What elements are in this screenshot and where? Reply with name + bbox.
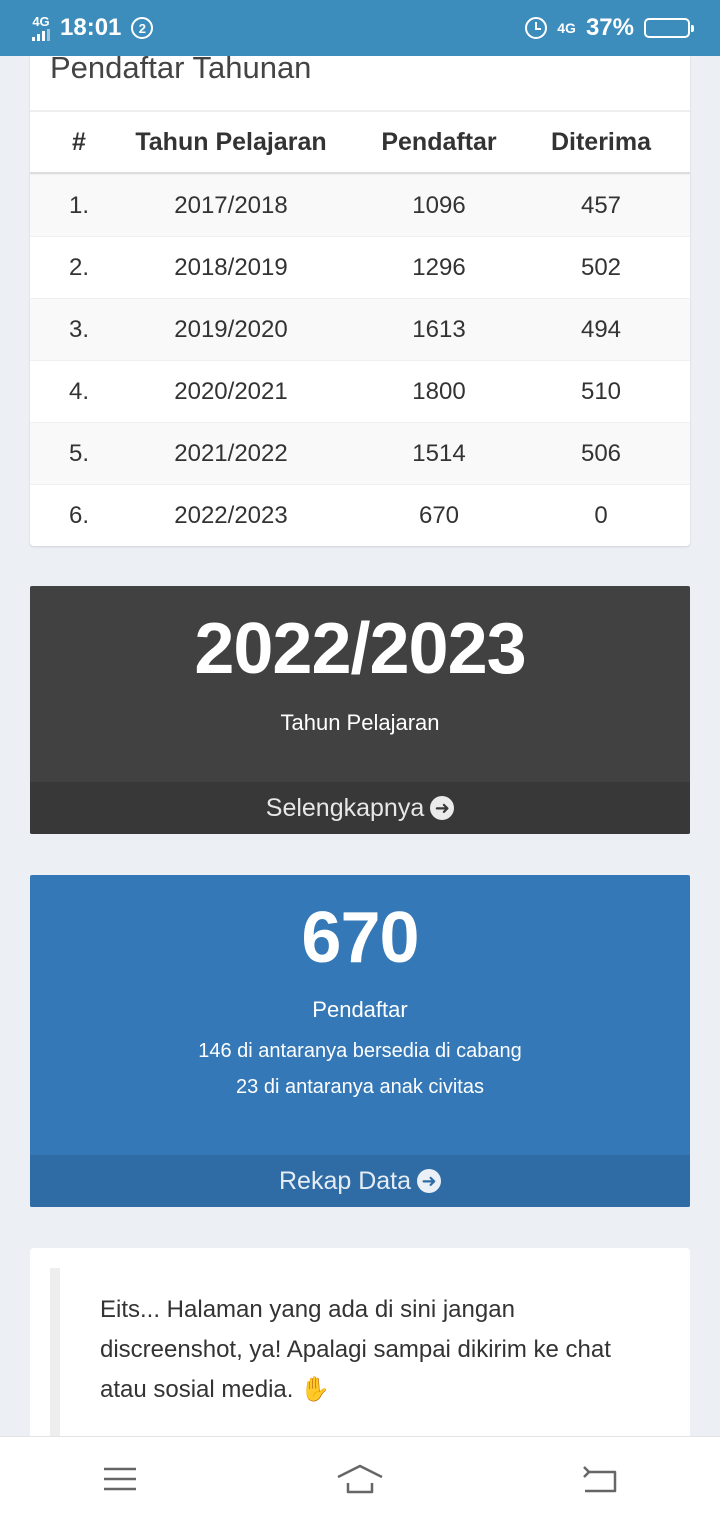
home-icon[interactable] [330, 1459, 390, 1499]
notice-card: Eits... Halaman yang ada di sini jangan … [30, 1248, 690, 1448]
cell-number: 6. [68, 501, 89, 529]
cell-accepted: 0 [594, 501, 608, 529]
cell-registrants: 1800 [412, 377, 466, 405]
menu-icon[interactable] [90, 1459, 150, 1499]
data-recap-link-label: Rekap Data [278, 1166, 412, 1195]
registrants-label: Pendaftar [312, 997, 408, 1022]
cell-registrants: 1514 [412, 439, 466, 467]
arrow-right-circle-icon: ➜ [417, 1169, 442, 1193]
col-header-registrants: Pendaftar [381, 127, 497, 156]
table-row: 4. 2020/2021 1800 510 [30, 360, 690, 422]
clock: 18:01 [60, 14, 122, 41]
academic-year-box: 2022/2023 Tahun Pelajaran Selengkapnya ➜ [30, 586, 690, 834]
cell-accepted: 510 [580, 377, 622, 405]
table-header: # Tahun Pelajaran Pendaftar Diterima [30, 110, 690, 174]
cell-number: 4. [68, 377, 89, 405]
col-header-year: Tahun Pelajaran [135, 127, 327, 156]
cell-registrants: 670 [418, 501, 460, 529]
table-row: 5. 2021/2022 1514 506 [30, 422, 690, 484]
registrants-details: 146 di antaranya bersedia di cabang 23 d… [30, 1033, 690, 1105]
cell-year: 2021/2022 [174, 439, 288, 467]
notification-count-icon: 2 [131, 17, 154, 39]
cell-year: 2019/2020 [174, 315, 288, 343]
cell-registrants: 1613 [412, 315, 466, 343]
status-right: 4G 37% [525, 14, 694, 42]
cell-number: 5. [68, 439, 89, 467]
back-icon[interactable] [570, 1459, 630, 1499]
quote-bar [50, 1268, 60, 1448]
raised-hand-icon: ✋ [300, 1376, 331, 1403]
cell-registrants: 1096 [412, 191, 466, 219]
annual-registrants-card: Pendaftar Tahunan # Tahun Pelajaran Pend… [30, 56, 690, 546]
cell-accepted: 506 [580, 439, 622, 467]
card-title: Pendaftar Tahunan [50, 56, 312, 85]
system-nav-bar [0, 1436, 720, 1520]
cell-year: 2022/2023 [174, 501, 288, 529]
cell-number: 1. [68, 191, 89, 219]
cell-year: 2020/2021 [174, 377, 288, 405]
table-row: 2. 2018/2019 1296 502 [30, 236, 690, 298]
network-type-right: 4G [557, 20, 576, 36]
branch-willing-text: 146 di antaranya bersedia di cabang [198, 1040, 522, 1062]
academic-year-label: Tahun Pelajaran [280, 710, 440, 735]
alarm-icon [525, 17, 548, 39]
academic-year-value: 2022/2023 [194, 609, 526, 689]
network-type: 4G [32, 14, 50, 29]
arrow-right-circle-icon: ➜ [430, 796, 455, 820]
cell-accepted: 457 [580, 191, 622, 219]
registrants-box: 670 Pendaftar 146 di antaranya bersedia … [30, 875, 690, 1207]
notice-message: Eits... Halaman yang ada di sini jangan … [100, 1296, 611, 1403]
details-link-label: Selengkapnya [265, 793, 425, 822]
cell-year: 2017/2018 [174, 191, 288, 219]
cell-accepted: 502 [580, 253, 622, 281]
battery-icon [644, 18, 694, 38]
registrants-table: # Tahun Pelajaran Pendaftar Diterima 1. … [30, 110, 690, 546]
notice-text: Eits... Halaman yang ada di sini jangan … [100, 1290, 640, 1410]
col-header-accepted: Diterima [550, 127, 652, 156]
signal-icon: 4G [32, 15, 50, 41]
status-left: 4G 18:01 2 [32, 14, 154, 42]
cell-number: 3. [68, 315, 89, 343]
battery-percent: 37% [585, 14, 634, 41]
table-row: 1. 2017/2018 1096 457 [30, 174, 690, 236]
data-recap-link[interactable]: Rekap Data ➜ [30, 1155, 690, 1207]
status-bar: 4G 18:01 2 4G 37% [0, 0, 720, 56]
cell-year: 2018/2019 [174, 253, 288, 281]
col-header-number: # [72, 127, 86, 156]
cell-accepted: 494 [580, 315, 622, 343]
table-row: 6. 2022/2023 670 0 [30, 484, 690, 546]
cell-number: 2. [68, 253, 89, 281]
civitas-children-text: 23 di antaranya anak civitas [236, 1076, 484, 1098]
cell-registrants: 1296 [412, 253, 466, 281]
registrants-count: 670 [301, 898, 419, 978]
table-row: 3. 2019/2020 1613 494 [30, 298, 690, 360]
details-link[interactable]: Selengkapnya ➜ [30, 782, 690, 834]
